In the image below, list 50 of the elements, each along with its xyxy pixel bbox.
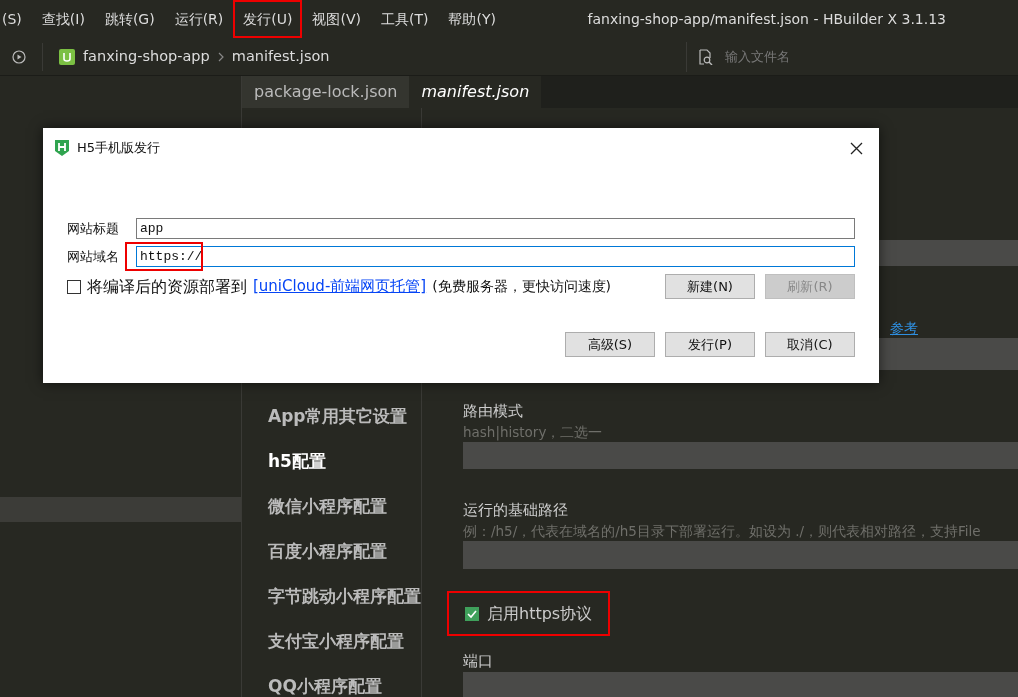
field-hint: 例：/h5/，代表在域名的/h5目录下部署运行。如设为 ./，则代表相对路径，支持File [463,522,982,541]
field-label: 运行的基础路径 [463,500,569,521]
dialog-button[interactable]: 取消(C) [765,332,855,357]
menu-item[interactable]: 工具(T) [371,0,439,38]
menu-item[interactable]: 帮助(Y) [438,0,506,38]
chevron-icon [217,51,224,62]
config-nav-item[interactable]: QQ小程序配置 [268,663,382,697]
text-field[interactable] [463,672,1018,697]
menu-item[interactable]: 视图(V) [302,0,371,38]
text-field[interactable] [463,442,1018,469]
menu-item[interactable]: 运行(R) [164,0,234,38]
checkbox[interactable] [67,279,81,294]
file-search-field[interactable]: 输入文件名 [723,45,963,68]
menu-item[interactable]: 跳转(G) [94,0,165,38]
breadcrumb-item[interactable]: manifest.json [231,45,330,68]
field-label: 网站标题 [67,219,120,238]
config-nav-item[interactable]: 百度小程序配置 [268,528,387,573]
dialog-button[interactable]: 高级(S) [565,332,655,357]
hint-text: (免费服务器，更快访问速度) [432,277,612,296]
menu-item[interactable]: 发行(U) [233,0,303,38]
dialog-button[interactable]: 新建(N) [665,274,755,299]
shield-icon [55,140,69,156]
search-icon [697,48,713,65]
close-icon[interactable] [850,141,863,155]
field-label: 路由模式 [463,401,524,422]
hosting-link[interactable]: [uniCloud-前端网页托管] [253,275,427,298]
checkbox[interactable] [465,606,479,621]
config-nav-item[interactable]: App常用其它设置 [268,393,408,438]
play-icon [12,49,26,64]
config-nav-item[interactable]: 支付宝小程序配置 [268,618,404,663]
text-field[interactable]: app [136,218,855,239]
config-nav-item[interactable]: h5配置 [268,438,326,483]
field-label: 网站域名 [67,247,120,266]
checkbox-label: 启用https协议 [487,602,593,625]
text-field[interactable]: https:// [136,246,855,267]
reference-link[interactable]: 参考 [890,320,918,336]
dialog-button[interactable]: 发行(P) [665,332,755,357]
project-icon [59,48,75,65]
dialog-title: H5手机版发行 [77,139,161,158]
breadcrumb-item[interactable]: fanxing-shop-app [83,45,210,68]
editor-tab[interactable]: manifest.json [409,76,542,108]
menu-item[interactable]: (S) [0,0,32,38]
checkbox-label: 将编译后的资源部署到 [87,275,247,298]
field-label: 端口 [463,651,494,672]
menu-item[interactable]: 查找(I) [31,0,95,38]
config-nav-item[interactable]: 字节跳动小程序配置 [268,573,421,618]
editor-tab[interactable]: package-lock.json [242,76,410,108]
config-nav-item[interactable]: 微信小程序配置 [268,483,387,528]
text-field[interactable] [463,541,1018,569]
window-title: fanxing-shop-app/manifest.json - HBuilder X 3.1.13 [587,9,946,29]
